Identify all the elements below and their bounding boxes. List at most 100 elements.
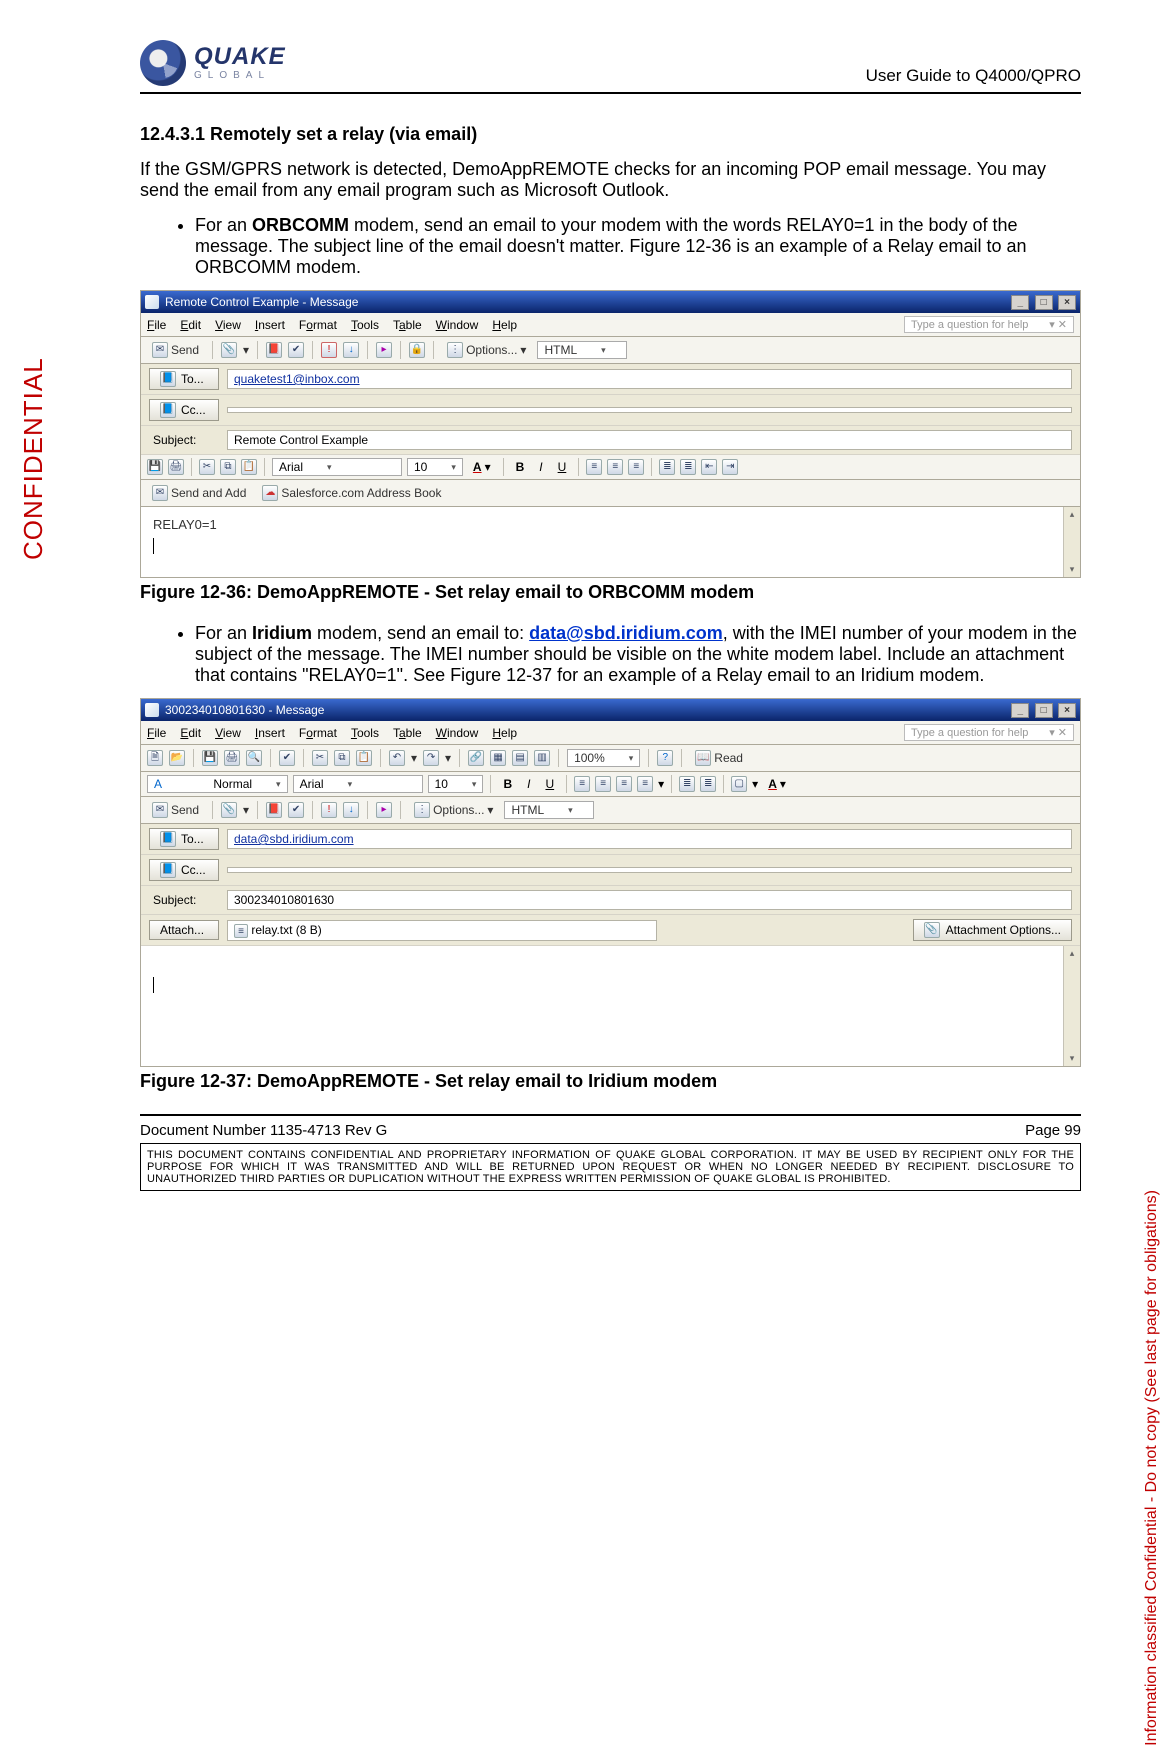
- numbered-list-icon[interactable]: ≣: [659, 459, 675, 475]
- spell-icon[interactable]: ✔: [279, 750, 295, 766]
- importance-high-icon[interactable]: !: [321, 342, 337, 358]
- read-button[interactable]: 📖Read: [690, 748, 748, 768]
- attach-icon[interactable]: 📎: [221, 342, 237, 358]
- subject-field[interactable]: 300234010801630: [227, 890, 1072, 910]
- align-left-icon[interactable]: ≡: [586, 459, 602, 475]
- close-button[interactable]: ×: [1058, 295, 1076, 310]
- bold-button[interactable]: B: [511, 458, 530, 476]
- check-names-icon[interactable]: ✔: [288, 802, 304, 818]
- paste-icon[interactable]: 📋: [241, 459, 257, 475]
- options-button[interactable]: ⋮Options... ▾: [442, 340, 531, 360]
- cut-icon[interactable]: ✂: [312, 750, 328, 766]
- size-select[interactable]: 10: [428, 775, 484, 793]
- importance-low-icon[interactable]: ↓: [343, 342, 359, 358]
- help-search-box[interactable]: Type a question for help▾ ✕: [904, 316, 1074, 333]
- menu-table[interactable]: Table: [393, 726, 422, 740]
- menu-insert[interactable]: Insert: [255, 726, 285, 740]
- numbered-list-icon[interactable]: ≣: [679, 776, 695, 792]
- scrollbar[interactable]: ▴▾: [1063, 507, 1080, 577]
- preview-icon[interactable]: 🔍: [246, 750, 262, 766]
- check-names-icon[interactable]: ✔: [288, 342, 304, 358]
- align-center-icon[interactable]: ≡: [595, 776, 611, 792]
- align-justify-icon[interactable]: ≡: [637, 776, 653, 792]
- message-body[interactable]: RELAY0=1 ▴▾: [141, 507, 1080, 577]
- subject-field[interactable]: Remote Control Example: [227, 430, 1072, 450]
- menu-tools[interactable]: Tools: [351, 318, 379, 332]
- attach-button[interactable]: Attach...: [149, 920, 219, 940]
- zoom-select[interactable]: 100%: [567, 749, 640, 767]
- print-icon[interactable]: 🖨: [224, 750, 240, 766]
- open-icon[interactable]: 📂: [169, 750, 185, 766]
- italic-button[interactable]: I: [522, 775, 535, 793]
- help-search-box[interactable]: Type a question for help▾ ✕: [904, 724, 1074, 741]
- menu-format[interactable]: Format: [299, 318, 337, 332]
- italic-button[interactable]: I: [534, 458, 547, 476]
- save-icon[interactable]: 💾: [147, 459, 163, 475]
- scrollbar[interactable]: ▴▾: [1063, 946, 1080, 1066]
- cc-button[interactable]: 📘Cc...: [149, 399, 219, 421]
- cc-button[interactable]: 📘Cc...: [149, 859, 219, 881]
- outdent-icon[interactable]: ⇤: [701, 459, 717, 475]
- font-select[interactable]: Arial: [272, 458, 402, 476]
- table-icon[interactable]: ▦: [490, 750, 506, 766]
- format-select[interactable]: HTML: [504, 801, 594, 819]
- align-center-icon[interactable]: ≡: [607, 459, 623, 475]
- to-field[interactable]: data@sbd.iridium.com: [227, 829, 1072, 849]
- save-icon[interactable]: 💾: [202, 750, 218, 766]
- maximize-button[interactable]: □: [1035, 295, 1053, 310]
- style-select[interactable]: A Normal: [147, 775, 288, 793]
- format-select[interactable]: HTML: [537, 341, 627, 359]
- maximize-button[interactable]: □: [1035, 703, 1053, 718]
- paste-icon[interactable]: 📋: [356, 750, 372, 766]
- copy-icon[interactable]: ⧉: [334, 750, 350, 766]
- minimize-button[interactable]: _: [1011, 703, 1029, 718]
- font-color-button[interactable]: A ▾: [468, 458, 496, 476]
- menu-help[interactable]: Help: [492, 726, 517, 740]
- send-button[interactable]: ✉Send: [147, 800, 204, 820]
- columns-icon[interactable]: ▥: [534, 750, 550, 766]
- minimize-button[interactable]: _: [1011, 295, 1029, 310]
- address-book-icon[interactable]: 📕: [266, 802, 282, 818]
- menu-edit[interactable]: Edit: [180, 318, 201, 332]
- attach-icon[interactable]: 📎: [221, 802, 237, 818]
- font-select[interactable]: Arial: [293, 775, 423, 793]
- border-icon[interactable]: ▢: [731, 776, 747, 792]
- menu-edit[interactable]: Edit: [180, 726, 201, 740]
- help-icon[interactable]: ?: [657, 750, 673, 766]
- bold-button[interactable]: B: [498, 775, 517, 793]
- align-left-icon[interactable]: ≡: [574, 776, 590, 792]
- to-button[interactable]: 📘To...: [149, 368, 219, 390]
- cc-field[interactable]: [227, 867, 1072, 873]
- cc-field[interactable]: [227, 407, 1072, 413]
- address-book-icon[interactable]: 📕: [266, 342, 282, 358]
- bullet-list-icon[interactable]: ≣: [700, 776, 716, 792]
- close-button[interactable]: ×: [1058, 703, 1076, 718]
- underline-button[interactable]: U: [540, 775, 559, 793]
- flag-icon[interactable]: ▸: [376, 342, 392, 358]
- send-button[interactable]: ✉Send: [147, 340, 204, 360]
- cut-icon[interactable]: ✂: [199, 459, 215, 475]
- redo-icon[interactable]: ↷: [423, 750, 439, 766]
- to-button[interactable]: 📘To...: [149, 828, 219, 850]
- importance-high-icon[interactable]: !: [321, 802, 337, 818]
- sf-address-book-button[interactable]: ☁Salesforce.com Address Book: [257, 483, 446, 503]
- underline-button[interactable]: U: [553, 458, 572, 476]
- attach-field[interactable]: ≡ relay.txt (8 B): [227, 920, 657, 941]
- excel-icon[interactable]: ▤: [512, 750, 528, 766]
- message-body[interactable]: ▴▾: [141, 946, 1080, 1066]
- options-button[interactable]: ⋮Options... ▾: [409, 800, 498, 820]
- permissions-icon[interactable]: 🔒: [409, 342, 425, 358]
- send-and-add-button[interactable]: ✉Send and Add: [147, 483, 251, 503]
- menu-format[interactable]: Format: [299, 726, 337, 740]
- new-icon[interactable]: 🗎: [147, 750, 163, 766]
- to-field[interactable]: quaketest1@inbox.com: [227, 369, 1072, 389]
- copy-icon[interactable]: ⧉: [220, 459, 236, 475]
- indent-icon[interactable]: ⇥: [722, 459, 738, 475]
- menu-window[interactable]: Window: [436, 726, 479, 740]
- menu-table[interactable]: Table: [393, 318, 422, 332]
- size-select[interactable]: 10: [407, 458, 463, 476]
- align-right-icon[interactable]: ≡: [628, 459, 644, 475]
- print-icon[interactable]: 🖨: [168, 459, 184, 475]
- menu-file[interactable]: File: [147, 726, 166, 740]
- undo-icon[interactable]: ↶: [389, 750, 405, 766]
